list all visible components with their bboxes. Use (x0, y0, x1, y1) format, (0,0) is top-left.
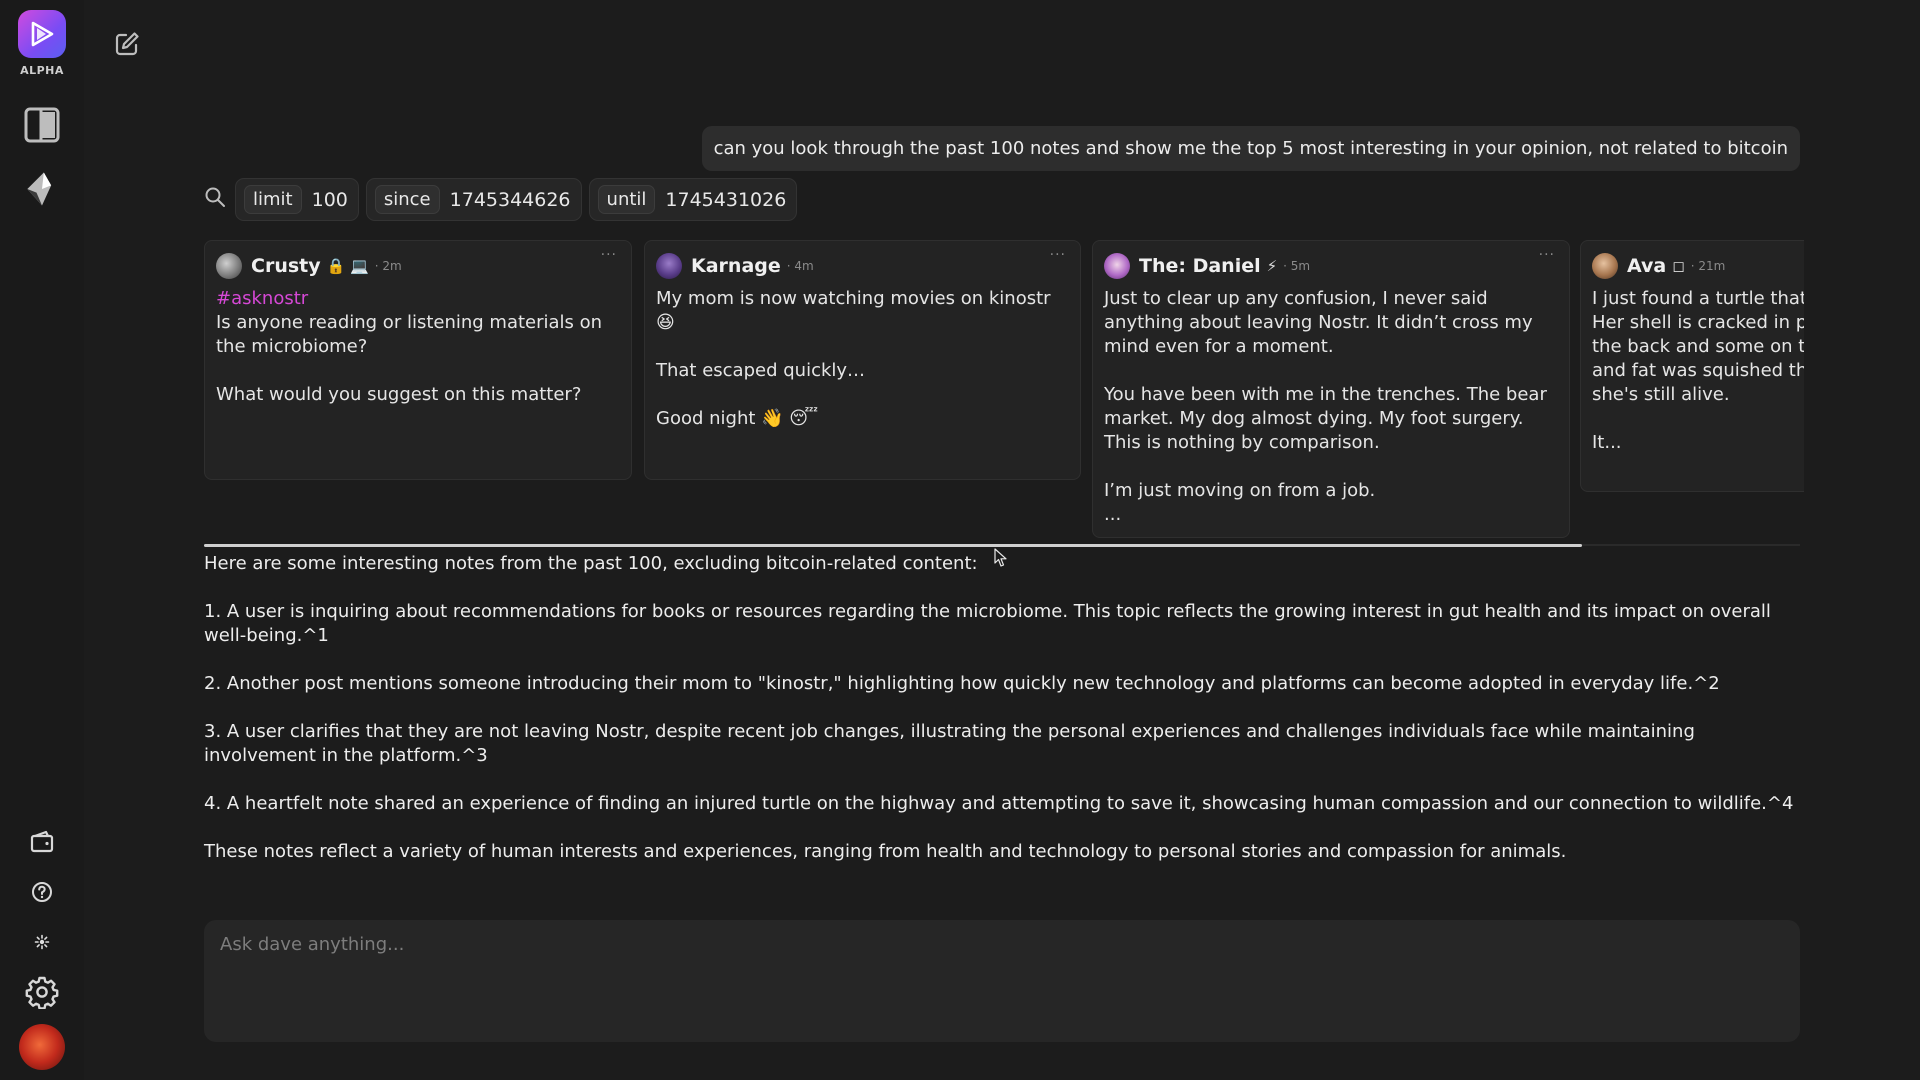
ask-input[interactable] (218, 932, 1786, 1030)
note-menu-icon[interactable]: ··· (601, 247, 617, 263)
note-content: My mom is now watching movies on kinostr… (656, 288, 1051, 429)
note-author-name[interactable]: The: Daniel (1139, 255, 1261, 277)
filter-chip-since: since 1745344626 (365, 178, 582, 221)
note-avatar[interactable] (1592, 253, 1618, 279)
note-author-name[interactable]: Crusty (251, 255, 321, 277)
note-author-badge: ◻ (1672, 257, 1685, 275)
filter-key: limit (244, 185, 302, 214)
query-filter-row: limit 100 since 1745344626 until 1745431… (204, 178, 798, 221)
assistant-response: Here are some interesting notes from the… (204, 552, 1804, 888)
filter-value: 100 (311, 188, 348, 211)
filter-value: 1745344626 (449, 188, 571, 211)
user-message-bubble: can you look through the past 100 notes … (701, 126, 1800, 171)
sidebar-bottom (19, 814, 65, 1070)
filter-chip-limit: limit 100 (235, 178, 359, 221)
note-timestamp: · 21m (1690, 259, 1726, 273)
response-paragraph: 4. A heartfelt note shared an experience… (204, 793, 1794, 814)
settings-gear-icon[interactable] (20, 970, 64, 1014)
carousel-scrollbar-thumb[interactable] (204, 544, 1582, 547)
note-menu-icon[interactable]: ··· (1050, 247, 1066, 263)
ask-input-box[interactable] (204, 920, 1800, 1042)
compose-icon[interactable] (113, 30, 143, 60)
search-icon (204, 186, 226, 208)
user-avatar[interactable] (19, 1024, 65, 1070)
sidebar: ALPHA (0, 0, 84, 1080)
logo-label: ALPHA (20, 64, 64, 77)
filter-key: since (374, 185, 440, 214)
logo-block: ALPHA (18, 10, 66, 77)
note-timestamp: · 5m (1283, 259, 1311, 273)
note-card[interactable]: The: Daniel ⚡ · 5m ··· Just to clear up … (1092, 240, 1570, 538)
note-author-name[interactable]: Ava (1627, 255, 1666, 277)
note-avatar[interactable] (1104, 253, 1130, 279)
theme-sun-icon[interactable] (20, 920, 64, 964)
filter-chip-until: until 1745431026 (588, 178, 798, 221)
response-paragraph: 1. A user is inquiring about recommendat… (204, 601, 1771, 646)
note-avatar[interactable] (216, 253, 242, 279)
note-content: Is anyone reading or listening materials… (216, 312, 603, 405)
note-menu-icon[interactable]: ··· (1539, 247, 1555, 263)
filter-value: 1745431026 (665, 188, 787, 211)
response-paragraph: 2. Another post mentions someone introdu… (204, 673, 1720, 694)
note-card[interactable]: Crusty 🔒 💻 · 2m ··· #asknostr Is anyone … (204, 240, 632, 480)
note-author-name[interactable]: Karnage (691, 255, 781, 277)
note-timestamp: · 4m (786, 259, 814, 273)
response-paragraph: 3. A user clarifies that they are not le… (204, 721, 1695, 766)
note-card[interactable]: Ava ◻ · 21m I just found a turtle that w… (1580, 240, 1804, 492)
response-paragraph: These notes reflect a variety of human i… (204, 841, 1567, 862)
notes-carousel[interactable]: Crusty 🔒 💻 · 2m ··· #asknostr Is anyone … (204, 240, 1804, 545)
note-author-badge: 🔒 💻 (326, 257, 369, 275)
chat-main: can you look through the past 100 notes … (204, 0, 1804, 1080)
help-icon[interactable] (20, 870, 64, 914)
note-card[interactable]: Karnage · 4m ··· My mom is now watching … (644, 240, 1081, 480)
app-logo-icon[interactable] (18, 10, 66, 58)
filter-key: until (597, 185, 656, 214)
note-hashtag[interactable]: #asknostr (216, 287, 619, 311)
columns-icon[interactable] (20, 103, 64, 147)
response-paragraph: Here are some interesting notes from the… (204, 553, 978, 574)
wallet-icon[interactable] (20, 820, 64, 864)
note-content: Just to clear up any confusion, I never … (1104, 288, 1547, 525)
note-timestamp: · 2m (374, 259, 402, 273)
nostr-feather-icon[interactable] (20, 167, 64, 211)
note-author-badge: ⚡ (1266, 257, 1278, 275)
note-content: I just found a turtle that was on the hi… (1592, 288, 1804, 453)
note-avatar[interactable] (656, 253, 682, 279)
